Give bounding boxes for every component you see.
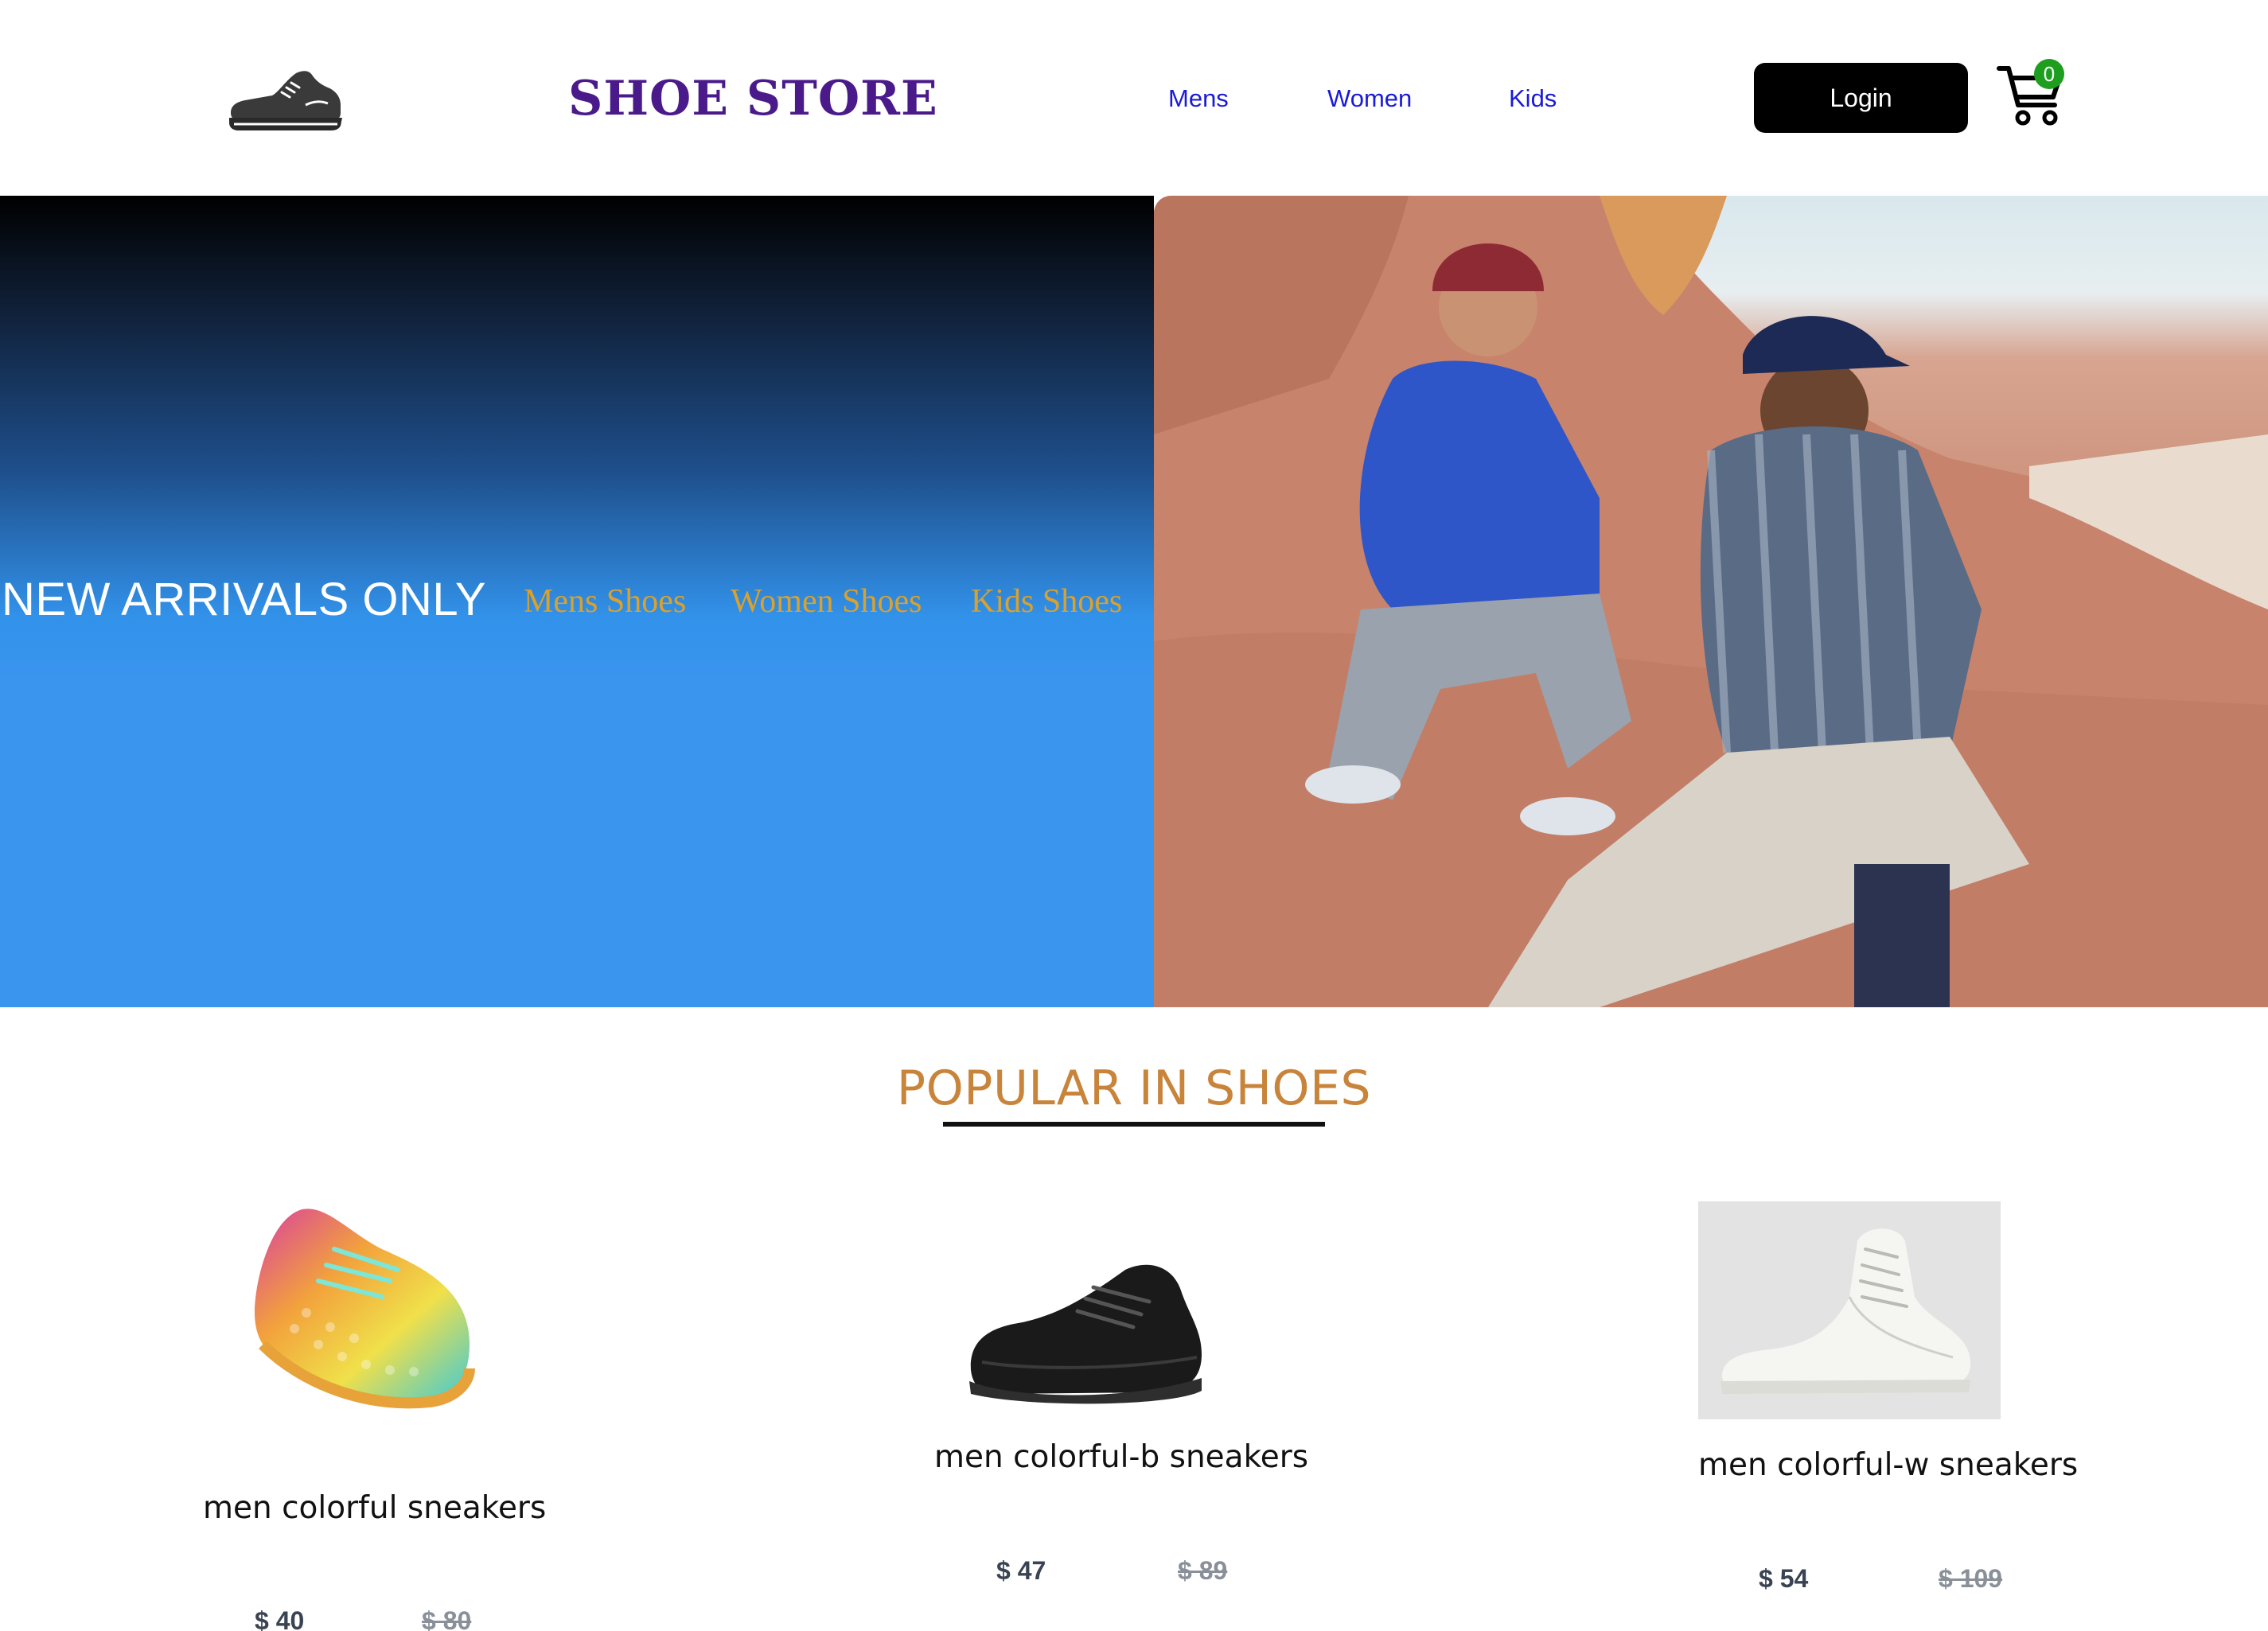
hero-link-mens-shoes[interactable]: Mens Shoes <box>524 578 686 625</box>
title-underline <box>943 1122 1325 1127</box>
brand-title: SHOE STORE <box>568 71 938 127</box>
product-old-price: $ 109 <box>1939 1564 2003 1593</box>
product-image[interactable] <box>231 1193 485 1424</box>
nav-link-women[interactable]: Women <box>1327 78 1412 119</box>
product-image[interactable] <box>966 1251 1205 1410</box>
product-image[interactable] <box>1698 1201 2001 1419</box>
popular-section-title: POPULAR IN SHOES <box>896 1061 1372 1116</box>
product-old-price: $ 89 <box>1178 1556 1228 1585</box>
nav-link-kids[interactable]: Kids <box>1509 78 1557 119</box>
product-price: $ 54 <box>1759 1564 1809 1593</box>
product-name[interactable]: men colorful-w sneakers <box>1698 1445 2078 1486</box>
product-name[interactable]: men colorful sneakers <box>203 1488 546 1529</box>
login-button[interactable]: Login <box>1754 63 1968 133</box>
navbar: SHOE STORE Mens Women Kids Login 0 <box>0 0 2268 196</box>
cart-count-badge: 0 <box>2034 59 2064 89</box>
hero-link-women-shoes[interactable]: Women Shoes <box>731 578 922 625</box>
hero-banner: NEW ARRIVALS ONLY Mens Shoes Women Shoes… <box>0 196 2268 1007</box>
nav-link-mens[interactable]: Mens <box>1168 78 1229 119</box>
hero-link-kids-shoes[interactable]: Kids Shoes <box>971 578 1122 625</box>
product-price: $ 40 <box>255 1606 305 1631</box>
hero-title: NEW ARRIVALS ONLY <box>2 574 487 625</box>
hero-photo <box>1154 196 2268 1007</box>
hero-left-panel: NEW ARRIVALS ONLY Mens Shoes Women Shoes… <box>0 196 1154 1007</box>
product-name[interactable]: men colorful-b sneakers <box>934 1437 1308 1478</box>
product-price: $ 47 <box>996 1556 1046 1585</box>
cart-button[interactable]: 0 <box>1996 56 2072 132</box>
product-old-price: $ 80 <box>422 1606 472 1631</box>
shoe-logo-icon[interactable] <box>226 60 345 134</box>
